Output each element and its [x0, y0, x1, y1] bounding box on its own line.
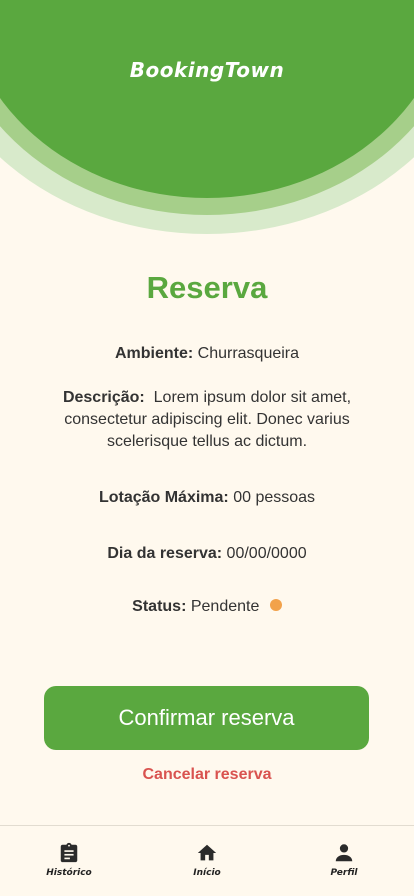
ambiente-value: Churrasqueira: [197, 345, 300, 362]
person-icon: [335, 844, 353, 862]
descricao-row: Descrição: Lorem ipsum dolor sit amet, c…: [40, 387, 374, 453]
lotacao-label: Lotação Máxima:: [98, 489, 229, 506]
ambiente-label: Ambiente:: [114, 345, 194, 362]
bottom-nav: Histórico Início Perfil: [0, 825, 414, 896]
nav-label-perfil: Perfil: [330, 868, 358, 878]
status-dot-icon: [269, 599, 282, 611]
lotacao-value: 00 pessoas: [233, 489, 316, 506]
dia-value: 00/00/0000: [226, 545, 307, 562]
nav-label-inicio: Início: [193, 868, 221, 878]
nav-label-historico: Histórico: [46, 868, 92, 878]
home-icon: [197, 844, 217, 861]
nav-item-perfil[interactable]: Perfil: [304, 842, 384, 878]
nav-item-historico[interactable]: Histórico: [29, 842, 109, 878]
lotacao-row: Lotação Máxima: 00 pessoas: [40, 487, 374, 509]
brand-logo: BookingTown: [129, 58, 285, 82]
dia-label: Dia da reserva:: [107, 545, 223, 562]
ambiente-row: Ambiente: Churrasqueira: [40, 343, 374, 365]
status-value: Pendente: [190, 598, 260, 615]
dia-row: Dia da reserva: 00/00/0000: [40, 543, 374, 565]
page-title: Reserva: [146, 270, 268, 305]
status-label: Status:: [132, 598, 187, 615]
cancel-reservation-link[interactable]: Cancelar reserva: [0, 766, 414, 784]
nav-item-inicio[interactable]: Início: [167, 842, 247, 878]
clipboard-icon: [60, 842, 78, 863]
confirm-reservation-button[interactable]: Confirmar reserva: [44, 686, 369, 750]
header: BookingTown: [0, 0, 414, 240]
status-row: Status: Pendente: [40, 596, 374, 618]
descricao-label: Descrição:: [62, 389, 145, 406]
